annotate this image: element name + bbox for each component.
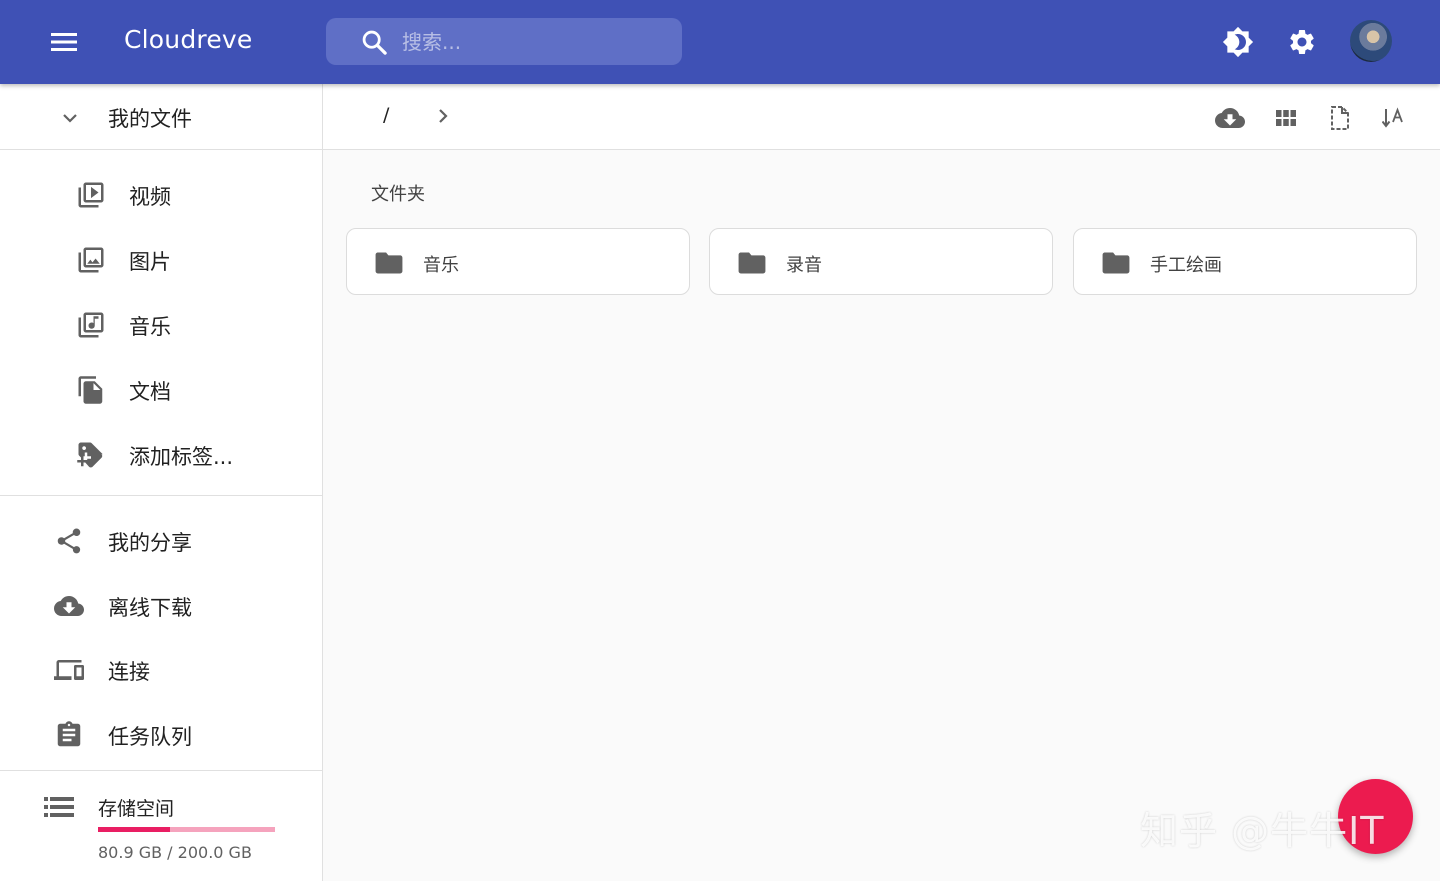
sidebar-item-video[interactable]: 视频 xyxy=(0,164,322,224)
sidebar-item-my-shares[interactable]: 我的分享 xyxy=(0,510,322,570)
sidebar-item-images[interactable]: 图片 xyxy=(0,229,322,289)
sidebar-item-documents[interactable]: 文档 xyxy=(0,359,322,419)
chevron-right-icon[interactable] xyxy=(431,104,455,128)
sidebar-item-task-queue[interactable]: 任务队列 xyxy=(0,704,322,764)
storage-usage-text: 80.9 GB / 200.0 GB xyxy=(98,843,252,862)
sidebar-item-my-files[interactable]: 我的文件 xyxy=(0,84,322,150)
storage-panel[interactable]: 存储空间 80.9 GB / 200.0 GB xyxy=(0,770,322,881)
sidebar-item-label: 我的分享 xyxy=(108,531,192,555)
sidebar-item-label: 添加标签... xyxy=(129,445,234,469)
sidebar-item-label: 图片 xyxy=(129,250,171,274)
offline-download-button[interactable] xyxy=(1213,101,1247,135)
folder-name: 手工绘画 xyxy=(1150,255,1222,276)
sidebar-item-offline-download[interactable]: 离线下载 xyxy=(0,575,322,635)
folder-name: 录音 xyxy=(786,255,822,276)
search-icon xyxy=(362,30,387,55)
sidebar-item-label: 文档 xyxy=(129,380,171,404)
settings-button[interactable] xyxy=(1278,18,1326,66)
view-mode-button[interactable] xyxy=(1269,101,1303,135)
storage-icon xyxy=(44,797,74,817)
app-title: Cloudreve xyxy=(124,25,253,54)
storage-progress-bar xyxy=(98,827,275,832)
sort-alpha-icon xyxy=(1382,107,1403,128)
folder-icon xyxy=(738,252,766,274)
storage-progress-fill xyxy=(98,827,170,832)
folder-card[interactable]: 音乐 xyxy=(346,228,690,295)
breadcrumb-root[interactable]: / xyxy=(383,104,389,126)
search-input[interactable] xyxy=(402,18,662,65)
photo-library-icon xyxy=(78,247,104,273)
sidebar-item-add-tag[interactable]: 添加标签... xyxy=(0,424,322,484)
sidebar-item-label: 离线下载 xyxy=(108,596,192,620)
file-copy-icon xyxy=(78,376,103,404)
avatar[interactable] xyxy=(1350,20,1392,62)
folder-card[interactable]: 录音 xyxy=(709,228,1053,295)
sidebar-item-label: 我的文件 xyxy=(108,107,192,131)
sidebar-item-label: 视频 xyxy=(129,185,171,209)
sidebar-item-label: 连接 xyxy=(108,660,150,684)
file-toolbar: / xyxy=(323,84,1440,150)
music-library-icon xyxy=(78,312,104,338)
sidebar: 我的文件 视频 图片 音乐 文档 添加标签... 我的分享 离线下载 连接 任务… xyxy=(0,84,323,881)
storage-label: 存储空间 xyxy=(98,798,175,820)
video-library-icon xyxy=(78,182,104,208)
cloud-download-icon xyxy=(1215,108,1245,128)
folder-icon xyxy=(1102,252,1130,274)
menu-button[interactable] xyxy=(40,18,88,66)
sidebar-item-label: 任务队列 xyxy=(108,725,192,749)
file-dashed-icon xyxy=(1331,106,1349,130)
sidebar-divider xyxy=(0,495,322,496)
theme-toggle-button[interactable] xyxy=(1214,18,1262,66)
folder-icon xyxy=(375,252,403,274)
app-bar: Cloudreve xyxy=(0,0,1440,84)
brightness-icon xyxy=(1222,26,1254,58)
tag-add-icon xyxy=(77,442,103,468)
section-title-folders: 文件夹 xyxy=(371,184,425,205)
sidebar-item-music[interactable]: 音乐 xyxy=(0,294,322,354)
watermark: 知乎 @牛牛IT xyxy=(1140,809,1385,853)
share-icon xyxy=(57,528,81,554)
file-info-button[interactable] xyxy=(1323,101,1357,135)
sidebar-item-connections[interactable]: 连接 xyxy=(0,639,322,699)
menu-icon xyxy=(51,33,77,51)
search-bar[interactable] xyxy=(326,18,682,65)
chevron-down-icon xyxy=(63,114,77,123)
folder-card[interactable]: 手工绘画 xyxy=(1073,228,1417,295)
folder-name: 音乐 xyxy=(423,255,459,276)
sort-button[interactable] xyxy=(1378,101,1412,135)
devices-icon xyxy=(54,660,84,680)
gear-icon xyxy=(1290,29,1314,54)
clipboard-icon xyxy=(57,721,81,747)
grid-view-icon xyxy=(1276,110,1296,126)
cloud-download-icon xyxy=(54,596,84,616)
sidebar-item-label: 音乐 xyxy=(129,315,171,339)
